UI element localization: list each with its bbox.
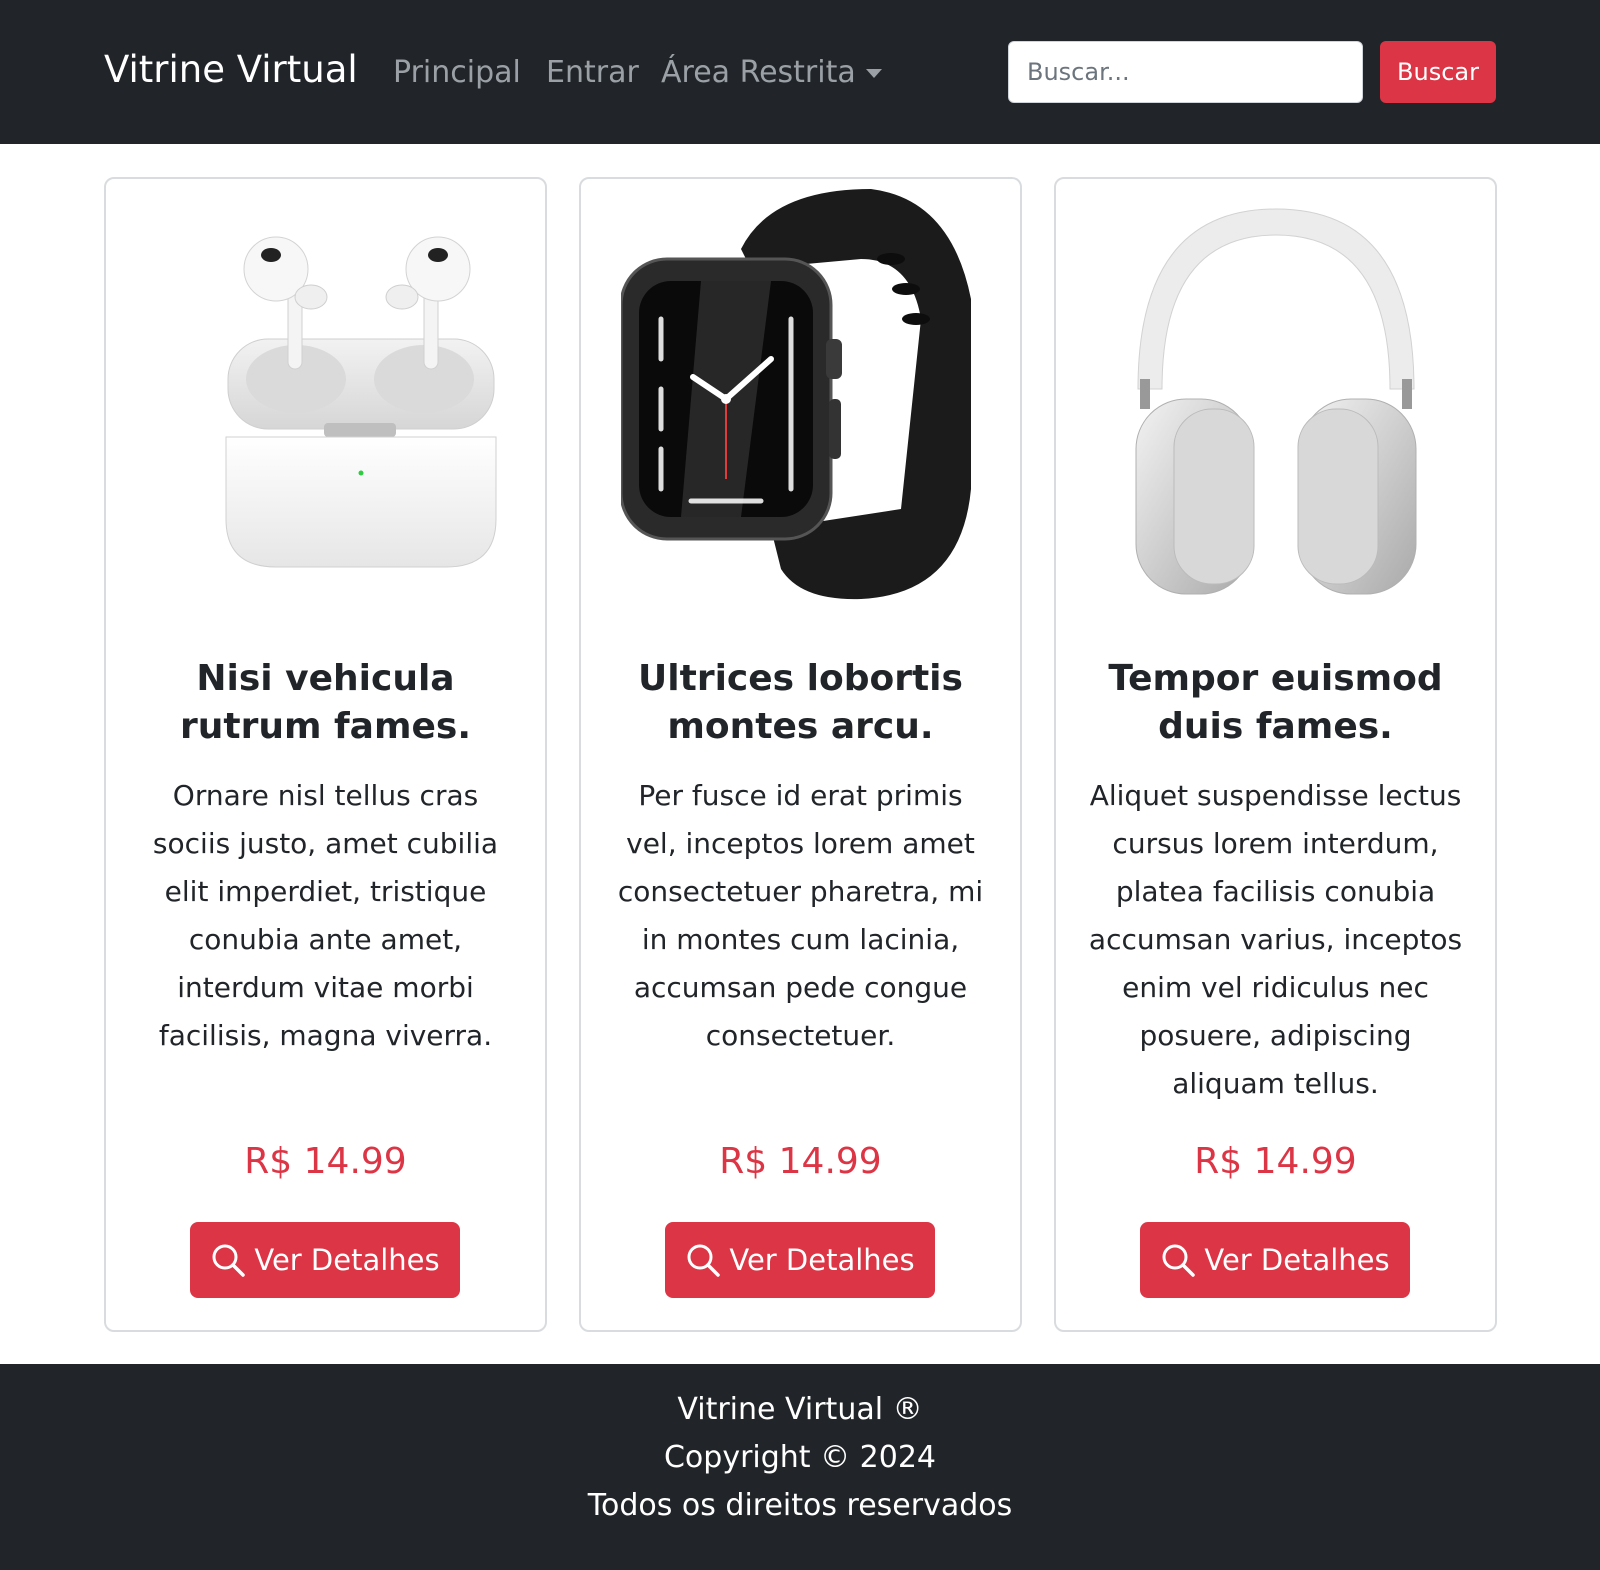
- product-price: R$ 14.99: [1194, 1141, 1357, 1182]
- product-description: Ornare nisl tellus cras sociis justo, am…: [152, 779, 499, 1052]
- search-icon: [1162, 1244, 1196, 1277]
- view-details-label: Ver Detalhes: [254, 1243, 440, 1277]
- view-details-button[interactable]: Ver Detalhes: [665, 1222, 935, 1298]
- nav-dropdown-label: Área Restrita: [661, 55, 856, 90]
- product-card: Tempor euismod duis fames. Aliquet suspe…: [1054, 177, 1497, 1332]
- product-description: Per fusce id erat primis vel, inceptos l…: [617, 779, 984, 1052]
- view-details-label: Ver Detalhes: [729, 1243, 915, 1277]
- product-card: Nisi vehicula rutrum fames. Ornare nisl …: [104, 177, 547, 1332]
- apple-watch-image: [621, 189, 971, 600]
- top-navbar: Vitrine Virtual Principal Entrar Área Re…: [0, 0, 1600, 144]
- product-title: Tempor euismod duis fames.: [1108, 658, 1443, 747]
- view-details-label: Ver Detalhes: [1204, 1243, 1390, 1277]
- product-description: Aliquet suspendisse lectus cursus lorem …: [1088, 779, 1463, 1100]
- airpods-pro-image: [225, 236, 497, 568]
- view-details-button[interactable]: Ver Detalhes: [190, 1222, 460, 1298]
- search-icon: [687, 1244, 721, 1277]
- product-card: Ultrices lobortis montes arcu. Per fusce…: [579, 177, 1022, 1332]
- search-icon: [212, 1244, 246, 1277]
- footer-copyright: Copyright © 2024: [663, 1440, 936, 1475]
- nav-link-principal[interactable]: Principal: [393, 55, 521, 90]
- product-price: R$ 14.99: [244, 1141, 407, 1182]
- footer-rights: Todos os direitos reservados: [587, 1488, 1013, 1523]
- search-input[interactable]: [1008, 41, 1363, 103]
- page-footer: Vitrine Virtual ® Copyright © 2024 Todos…: [0, 1364, 1600, 1570]
- airpods-max-image: [1135, 208, 1417, 595]
- product-title: Nisi vehicula rutrum fames.: [179, 658, 471, 747]
- product-price: R$ 14.99: [719, 1141, 882, 1182]
- nav-link-entrar[interactable]: Entrar: [546, 55, 639, 90]
- footer-brand: Vitrine Virtual ®: [677, 1392, 923, 1427]
- caret-down-icon: [865, 69, 882, 78]
- view-details-button[interactable]: Ver Detalhes: [1140, 1222, 1410, 1298]
- product-title: Ultrices lobortis montes arcu.: [638, 658, 963, 747]
- search-button[interactable]: Buscar: [1380, 41, 1496, 103]
- brand-logo[interactable]: Vitrine Virtual: [104, 48, 358, 91]
- nav-dropdown-area-restrita[interactable]: Área Restrita: [661, 55, 882, 90]
